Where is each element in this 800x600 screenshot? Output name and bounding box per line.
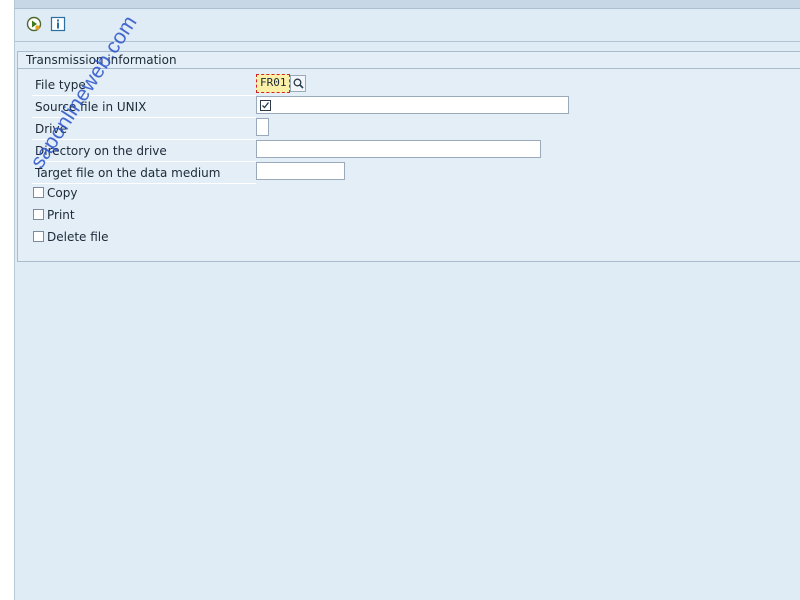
drive-label: Drive: [35, 122, 67, 136]
row-drive: Drive: [32, 118, 256, 140]
source-unix-field[interactable]: [256, 96, 569, 114]
source-unix-label: Source file in UNIX: [35, 100, 147, 114]
print-label: Print: [47, 208, 75, 222]
row-directory: Directory on the drive: [32, 140, 256, 162]
transmission-information-group: Transmission information File type FR01 …: [17, 51, 800, 262]
group-title: Transmission information: [18, 52, 800, 69]
delete-file-label: Delete file: [47, 230, 109, 244]
search-icon: [293, 78, 304, 89]
application-toolbar: [15, 9, 800, 42]
file-type-field[interactable]: FR01: [256, 74, 290, 93]
execute-button[interactable]: [24, 14, 44, 34]
file-type-search-button[interactable]: [290, 75, 306, 92]
file-type-label: File type: [35, 78, 86, 92]
left-frame: [0, 0, 15, 600]
target-file-field[interactable]: [256, 162, 345, 180]
checkmark-icon: [260, 100, 271, 111]
directory-field[interactable]: [256, 140, 541, 158]
directory-label: Directory on the drive: [35, 144, 167, 158]
title-strip: [15, 0, 800, 9]
row-file-type: File type: [32, 74, 256, 96]
print-checkbox[interactable]: [33, 209, 44, 220]
row-target-file: Target file on the data medium: [32, 162, 256, 184]
copy-checkbox[interactable]: [33, 187, 44, 198]
target-file-label: Target file on the data medium: [35, 166, 221, 180]
execute-icon: [26, 16, 42, 32]
info-button[interactable]: [48, 14, 68, 34]
info-icon: [50, 16, 66, 32]
sap-screen: Transmission information File type FR01 …: [0, 0, 800, 600]
drive-field[interactable]: [256, 118, 269, 136]
copy-label: Copy: [47, 186, 78, 200]
row-source-unix: Source file in UNIX: [32, 96, 256, 118]
delete-file-checkbox[interactable]: [33, 231, 44, 242]
